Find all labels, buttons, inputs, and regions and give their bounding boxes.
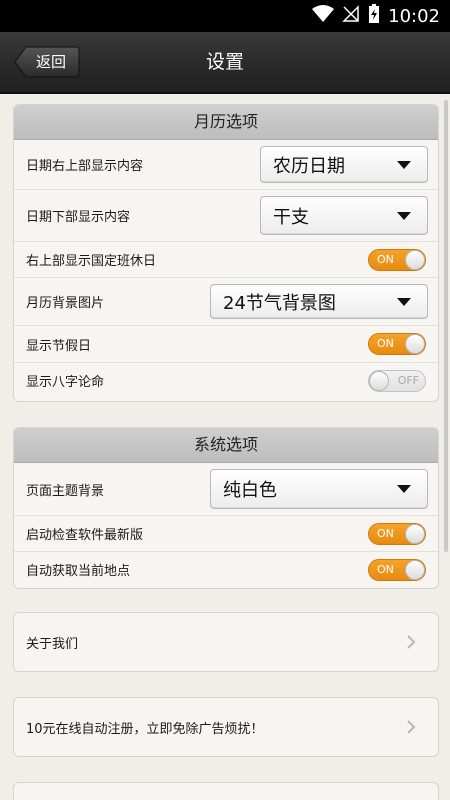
battery-charging-icon — [368, 4, 380, 28]
holiday-markers-toggle[interactable]: ON — [368, 248, 426, 271]
toggle-knob — [405, 249, 425, 270]
next-item-partial[interactable] — [13, 782, 439, 800]
row-check-update: 启动检查软件最新版 ON — [14, 515, 438, 551]
toggle-state: ON — [377, 526, 394, 540]
toggle-knob — [369, 370, 389, 391]
row-holiday-markers: 右上部显示国定班休日 ON — [14, 241, 438, 277]
date-bottom-select[interactable]: 干支 — [260, 196, 428, 235]
title-bar: 返回 设置 — [0, 32, 450, 94]
chevron-right-icon — [406, 634, 416, 654]
settings-content[interactable]: 月历选项 日期右上部显示内容 农历日期 日期下部显示内容 干支 右上部显示国定班… — [0, 94, 450, 800]
row-date-top-right: 日期右上部显示内容 农历日期 — [14, 140, 438, 189]
show-holidays-toggle[interactable]: ON — [368, 333, 426, 355]
toggle-state: ON — [377, 337, 394, 350]
theme-background-select[interactable]: 纯白色 — [210, 469, 428, 509]
row-theme-background: 页面主题背景 纯白色 — [14, 463, 438, 515]
no-signal-icon — [342, 5, 360, 27]
toggle-state: ON — [377, 562, 394, 576]
dropdown-arrow-icon — [397, 160, 411, 169]
dropdown-arrow-icon — [397, 297, 411, 306]
row-label: 显示八字论命 — [26, 375, 105, 390]
row-label: 日期下部显示内容 — [26, 210, 131, 225]
row-show-holidays: 显示节假日 ON — [14, 325, 438, 362]
select-value: 干支 — [273, 206, 309, 228]
clock: 10:02 — [388, 5, 440, 27]
select-value: 纯白色 — [223, 480, 277, 501]
date-top-right-select[interactable]: 农历日期 — [260, 146, 428, 183]
toggle-knob — [405, 334, 425, 354]
bazi-toggle[interactable]: OFF — [368, 369, 426, 392]
toggle-knob — [405, 523, 425, 544]
row-bazi: 显示八字论命 OFF — [14, 362, 438, 398]
calendar-section-title: 月历选项 — [14, 105, 438, 140]
check-update-toggle[interactable]: ON — [368, 522, 426, 545]
row-label: 自动获取当前地点 — [26, 564, 131, 579]
row-background-image: 月历背景图片 24节气背景图 — [14, 277, 438, 325]
system-section-title: 系统选项 — [14, 428, 438, 463]
wifi-icon — [312, 5, 335, 27]
toggle-state: OFF — [397, 373, 419, 387]
row-label: 月历背景图片 — [26, 296, 105, 311]
toggle-state: ON — [377, 252, 394, 266]
system-options-card: 系统选项 页面主题背景 纯白色 启动检查软件最新版 ON 自动获取当前地点 ON — [13, 427, 439, 589]
auto-location-toggle[interactable]: ON — [368, 558, 426, 581]
row-date-bottom: 日期下部显示内容 干支 — [14, 189, 438, 241]
chevron-right-icon — [406, 719, 416, 739]
row-label: 右上部显示国定班休日 — [26, 254, 157, 269]
register-label: 10元在线自动注册，立即免除广告烦扰！ — [26, 721, 264, 737]
about-us-item[interactable]: 关于我们 — [13, 612, 439, 672]
background-image-select[interactable]: 24节气背景图 — [210, 284, 428, 319]
select-value: 24节气背景图 — [223, 292, 336, 314]
status-bar: 10:02 — [0, 0, 450, 32]
page-title: 设置 — [205, 51, 244, 73]
calendar-options-card: 月历选项 日期右上部显示内容 农历日期 日期下部显示内容 干支 右上部显示国定班… — [13, 104, 439, 402]
dropdown-arrow-icon — [397, 211, 411, 220]
row-label: 日期右上部显示内容 — [26, 159, 144, 174]
scrollbar[interactable] — [444, 100, 448, 552]
row-label: 页面主题背景 — [26, 483, 105, 499]
row-label: 启动检查软件最新版 — [26, 528, 144, 543]
row-auto-location: 自动获取当前地点 ON — [14, 551, 438, 587]
toggle-knob — [405, 559, 425, 580]
register-item[interactable]: 10元在线自动注册，立即免除广告烦扰！ — [13, 697, 439, 757]
about-us-label: 关于我们 — [26, 636, 79, 652]
dropdown-arrow-icon — [397, 485, 411, 493]
row-label: 显示节假日 — [26, 338, 92, 354]
select-value: 农历日期 — [273, 155, 345, 177]
